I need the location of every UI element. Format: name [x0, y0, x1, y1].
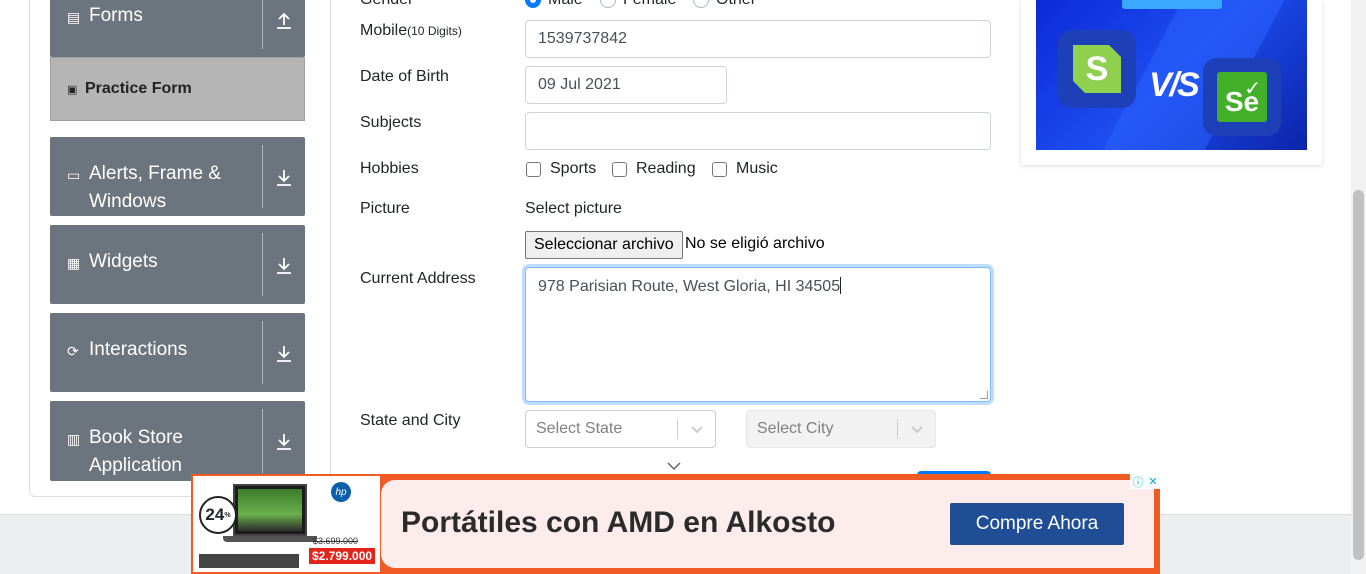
expand-button[interactable] [263, 401, 305, 481]
resize-handle[interactable] [980, 391, 988, 399]
collapse-button[interactable] [263, 0, 305, 57]
versus-icon: V/S [1149, 66, 1200, 104]
checkbox-label: Music [736, 160, 778, 177]
laptop-base [223, 536, 317, 542]
checkbox[interactable] [612, 161, 627, 177]
arrow-up-icon [277, 12, 291, 29]
sidebar-group-interactions[interactable]: ⟳ Interactions [50, 313, 305, 392]
info-icon[interactable]: ⓘ [1132, 474, 1143, 490]
picture-label: Picture [360, 200, 410, 217]
file-status-text: No se eligió archivo [685, 235, 825, 252]
ad-product-image: hp 24% $3.699.000 $2.799.000 [193, 476, 380, 572]
chevron-down-icon[interactable] [898, 424, 935, 434]
hobby-checkbox-sports[interactable]: Sports [526, 160, 596, 178]
sidebar-group-label: Book Store Application [89, 427, 183, 476]
sidebar-item-practice-form[interactable]: ▣ Practice Form [50, 57, 305, 121]
ad-top-button [1122, 0, 1222, 9]
discount-badge: 24% [199, 496, 237, 534]
form-icon: ▣ [67, 83, 78, 96]
mobile-label-text: Mobile [360, 22, 408, 39]
address-value: 978 Parisian Route, West Gloria, HI 3450… [538, 278, 841, 295]
picture-hint: Select picture [525, 200, 622, 217]
state-placeholder: Select State [536, 420, 623, 437]
state-select[interactable]: Select State [525, 410, 716, 448]
mobile-label: Mobile(10 Digits) [360, 22, 462, 40]
page: ▤ Forms ▣ Practice Form ▭ Alerts, Frame … [0, 0, 1366, 574]
books-icon: ▥ [67, 431, 81, 447]
ad-choices[interactable]: ⓘ ✕ [1130, 474, 1160, 489]
new-price: $2.799.000 [309, 548, 376, 564]
hp-logo-icon: hp [331, 482, 351, 502]
widgets-icon: ▦ [67, 255, 81, 271]
arrow-down-icon [277, 258, 291, 274]
ad-cta-button[interactable]: Compre Ahora [950, 503, 1124, 545]
state-city-label: State and City [360, 412, 461, 429]
page-scrollbar[interactable] [1351, 0, 1366, 574]
hobbies-label: Hobbies [360, 160, 419, 177]
gender-radio-female[interactable]: Female [600, 0, 676, 9]
radio-label: Other [716, 0, 756, 9]
sidebar-group-label: Forms [89, 5, 143, 26]
sidebar-group-label: Interactions [89, 339, 188, 360]
choose-file-button[interactable]: Seleccionar archivo [525, 231, 683, 259]
arrow-down-icon [277, 170, 291, 186]
arrow-down-icon [277, 346, 291, 362]
window-icon: ▭ [67, 167, 81, 183]
sidebar-group-widgets[interactable]: ▦ Widgets [50, 225, 305, 304]
address-label: Current Address [360, 270, 476, 287]
hobby-checkbox-music[interactable]: Music [712, 160, 778, 178]
dob-value: 09 Jul 2021 [538, 76, 621, 93]
gender-label: Gender [360, 0, 413, 9]
sidebar-group-alerts[interactable]: ▭ Alerts, Frame & Windows [50, 137, 305, 216]
hobby-checkbox-reading[interactable]: Reading [612, 160, 696, 178]
sidebar-item-label: Practice Form [85, 80, 192, 97]
arrow-down-icon [277, 434, 291, 450]
city-select[interactable]: Select City [746, 410, 936, 448]
laptop-icon [233, 484, 307, 536]
subjects-label: Subjects [360, 114, 422, 131]
mobile-hint: (10 Digits) [407, 24, 462, 38]
chevron-down-icon[interactable] [678, 424, 715, 434]
mobile-input[interactable]: 1539737842 [525, 20, 991, 58]
fine-print [199, 554, 299, 568]
katalon-logo-icon: S [1058, 30, 1136, 108]
checkbox[interactable] [526, 161, 541, 177]
selenium-logo-icon: Se ✓ [1203, 58, 1281, 136]
checkbox[interactable] [712, 161, 727, 177]
bottom-ad-banner[interactable]: hp 24% $3.699.000 $2.799.000 Portátiles … [191, 474, 1160, 574]
mobile-value: 1539737842 [538, 30, 627, 47]
gender-radio-other[interactable]: Other [693, 0, 756, 9]
expand-button[interactable] [263, 225, 305, 304]
discount-value: 24 [205, 505, 225, 524]
gender-radio-male[interactable]: Male [525, 0, 583, 9]
sidebar-group-book-store[interactable]: ▥ Book Store Application [50, 401, 305, 481]
expand-button[interactable] [263, 137, 305, 216]
subjects-input[interactable] [525, 112, 991, 150]
sidebar-group-label: Widgets [89, 251, 158, 272]
scrollbar-thumb[interactable] [1353, 190, 1364, 560]
radio-unchecked[interactable] [600, 0, 616, 8]
date-of-birth-input[interactable]: 09 Jul 2021 [525, 66, 727, 104]
dob-label: Date of Birth [360, 68, 449, 85]
sidebar-group-forms[interactable]: ▤ Forms [50, 0, 305, 57]
radio-label: Male [548, 0, 583, 9]
sidebar-group-label: Alerts, Frame & Windows [89, 163, 221, 212]
expand-button[interactable] [263, 313, 305, 392]
checkbox-label: Reading [636, 160, 696, 177]
sync-icon: ⟳ [67, 343, 79, 359]
old-price: $3.699.000 [313, 536, 359, 546]
close-icon[interactable]: ✕ [1148, 475, 1157, 488]
radio-unchecked[interactable] [693, 0, 709, 8]
current-address-textarea[interactable]: 978 Parisian Route, West Gloria, HI 3450… [525, 267, 991, 402]
ad-headline[interactable]: Portátiles con AMD en Alkosto [401, 506, 836, 540]
text-cursor [840, 277, 842, 294]
document-icon: ▤ [67, 9, 81, 25]
city-placeholder: Select City [757, 420, 834, 437]
side-ad-image[interactable]: S V/S Se ✓ [1036, 0, 1307, 150]
radio-checked[interactable] [525, 0, 541, 8]
radio-label: Female [623, 0, 676, 9]
checkbox-label: Sports [550, 160, 597, 177]
